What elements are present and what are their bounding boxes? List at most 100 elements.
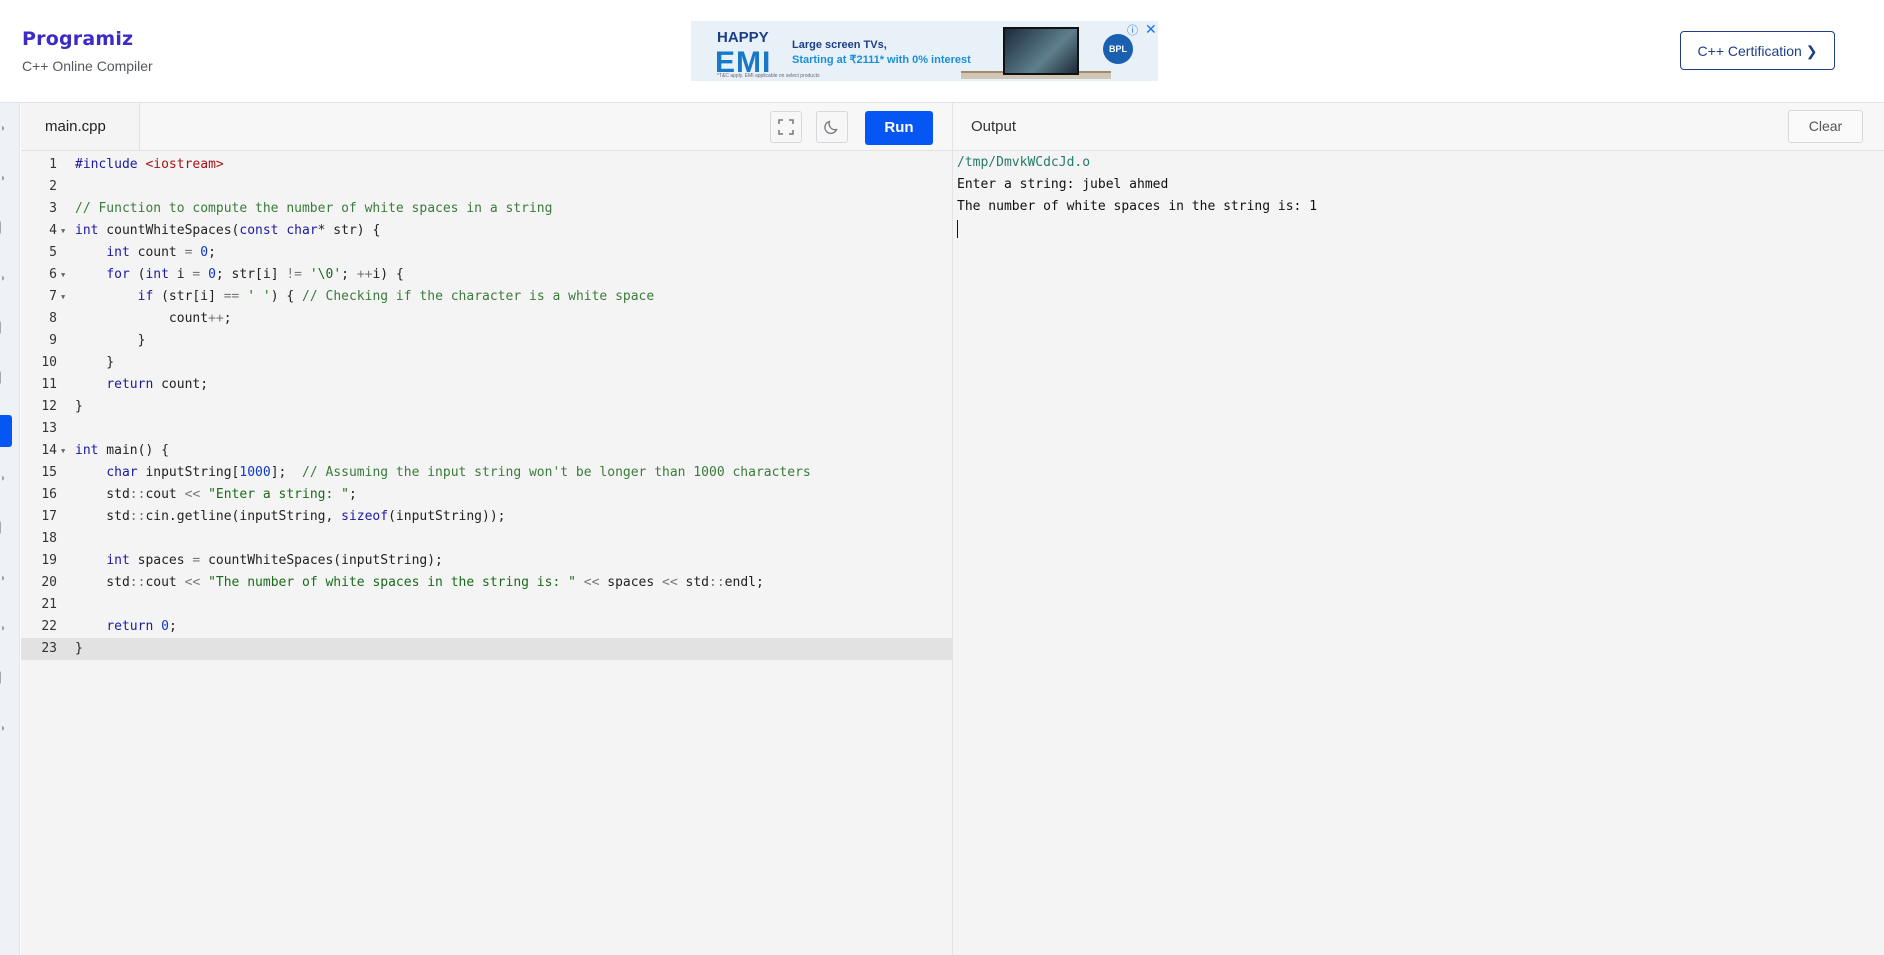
output-title: Output bbox=[971, 118, 1017, 135]
code-text: std::cin.getline(inputString, sizeof(inp… bbox=[75, 509, 506, 524]
output-console[interactable]: /tmp/DmvkWCdcJd.o Enter a string: jubel … bbox=[957, 152, 1317, 240]
rail-item-active[interactable] bbox=[0, 415, 12, 447]
rail-item-icon[interactable]: ▏ bbox=[0, 223, 12, 241]
line-number: 22 bbox=[41, 619, 57, 634]
code-text: int main() { bbox=[75, 443, 169, 458]
clear-button[interactable]: Clear bbox=[1788, 110, 1863, 143]
line-number: 4 bbox=[49, 223, 57, 238]
advertisement-banner[interactable]: HAPPY EMI Large screen TVs, Starting at … bbox=[691, 21, 1158, 81]
line-number: 16 bbox=[41, 487, 57, 502]
code-line[interactable]: 23} bbox=[21, 638, 952, 660]
code-line[interactable]: 13 bbox=[21, 418, 952, 440]
code-line[interactable]: 14 ▼ int main() { bbox=[21, 440, 952, 462]
code-text: int spaces = countWhiteSpaces(inputStrin… bbox=[106, 553, 443, 568]
fold-arrow-icon[interactable]: ▼ bbox=[61, 220, 65, 242]
output-line: Enter a string: jubel ahmed bbox=[957, 177, 1169, 192]
code-line[interactable]: 6 ▼ for (int i = 0; str[i] != '\0'; ++i) … bbox=[21, 264, 952, 286]
output-path: /tmp/DmvkWCdcJd.o bbox=[957, 155, 1091, 170]
code-line[interactable]: 5 int count = 0; bbox=[21, 242, 952, 264]
tab-main-cpp[interactable]: main.cpp bbox=[21, 103, 140, 150]
code-line[interactable]: 3 // Function to compute the number of wh… bbox=[21, 198, 952, 220]
page-subtitle: C++ Online Compiler bbox=[22, 58, 153, 74]
code-text: return 0; bbox=[106, 619, 177, 634]
ad-fineprint: *T&C apply. EMI applicable on select pro… bbox=[717, 73, 820, 79]
code-line[interactable]: 11 return count; bbox=[21, 374, 952, 396]
fullscreen-icon bbox=[778, 119, 794, 135]
code-line[interactable]: 18 bbox=[21, 528, 952, 550]
code-line[interactable]: 9 } bbox=[21, 330, 952, 352]
code-text: // Function to compute the number of whi… bbox=[75, 201, 553, 216]
cpp-certification-button[interactable]: C++ Certification ❯ bbox=[1680, 31, 1835, 70]
code-line[interactable]: 2 bbox=[21, 176, 952, 198]
code-line[interactable]: 10 } bbox=[21, 352, 952, 374]
editor-toolbar: main.cpp Run bbox=[21, 103, 952, 151]
left-sidebar-rail: ◗ ◗ ▏ ◗ ▏ ▏ ◗ ▏ ◗ ◗ ▏ ◗ bbox=[0, 103, 20, 955]
ad-happy-text: HAPPY bbox=[717, 29, 769, 46]
code-text: } bbox=[75, 355, 115, 370]
rail-item-icon[interactable]: ▏ bbox=[0, 373, 12, 391]
ad-offer: Starting at ₹2111* with 0% interest bbox=[792, 54, 971, 66]
line-number: 6 bbox=[49, 267, 57, 282]
line-number: 18 bbox=[41, 531, 57, 546]
programiz-logo[interactable]: Programiz bbox=[22, 28, 133, 50]
ad-brand-logo: BPL bbox=[1103, 34, 1133, 64]
code-line[interactable]: 8 count++; bbox=[21, 308, 952, 330]
line-number: 2 bbox=[49, 179, 57, 194]
code-line[interactable]: 7 ▼ if (str[i] == ' ') { // Checking if t… bbox=[21, 286, 952, 308]
code-line[interactable]: 21 bbox=[21, 594, 952, 616]
theme-toggle-button[interactable] bbox=[816, 111, 848, 143]
rail-item-icon[interactable]: ◗ bbox=[0, 473, 12, 491]
code-line[interactable]: 4 ▼ int countWhiteSpaces(const char* str) … bbox=[21, 220, 952, 242]
rail-item-icon[interactable]: ◗ bbox=[0, 723, 12, 741]
rail-item-icon[interactable]: ◗ bbox=[0, 623, 12, 641]
output-toolbar: Output Clear bbox=[953, 103, 1884, 151]
code-line[interactable]: 17 std::cin.getline(inputString, sizeof(… bbox=[21, 506, 952, 528]
line-number: 12 bbox=[41, 399, 57, 414]
fullscreen-button[interactable] bbox=[770, 111, 802, 143]
code-text: std::cout << "The number of white spaces… bbox=[75, 575, 764, 590]
code-text: int count = 0; bbox=[106, 245, 216, 260]
code-area[interactable]: 1 #include <iostream> 2 3// Function to com… bbox=[21, 150, 952, 955]
code-text: std::cout << "Enter a string: "; bbox=[75, 487, 357, 502]
line-number: 14 bbox=[41, 443, 57, 458]
code-line[interactable]: 1 #include <iostream> bbox=[21, 154, 952, 176]
line-number: 23 bbox=[41, 641, 57, 656]
fold-arrow-icon[interactable]: ▼ bbox=[61, 440, 65, 462]
close-icon[interactable]: ✕ bbox=[1145, 21, 1157, 38]
code-line[interactable]: 19 int spaces = countWhiteSpaces(inputSt… bbox=[21, 550, 952, 572]
code-text: } bbox=[75, 399, 83, 414]
line-number: 3 bbox=[49, 201, 57, 216]
moon-icon bbox=[824, 120, 838, 134]
top-header: Programiz C++ Online Compiler HAPPY EMI … bbox=[0, 0, 1884, 103]
line-number: 5 bbox=[49, 245, 57, 260]
line-number: 1 bbox=[49, 157, 57, 172]
fold-arrow-icon[interactable]: ▼ bbox=[61, 286, 65, 308]
code-line[interactable]: 12} bbox=[21, 396, 952, 418]
line-number: 8 bbox=[49, 311, 57, 326]
line-number: 19 bbox=[41, 553, 57, 568]
code-line[interactable]: 15 char inputString[1000]; // Assuming t… bbox=[21, 462, 952, 484]
rail-item-icon[interactable]: ◗ bbox=[0, 123, 12, 141]
code-text: } bbox=[75, 333, 146, 348]
rail-item-icon[interactable]: ◗ bbox=[0, 273, 12, 291]
run-button[interactable]: Run bbox=[865, 111, 933, 145]
line-number: 11 bbox=[41, 377, 57, 392]
info-icon[interactable]: ⓘ bbox=[1127, 22, 1138, 38]
line-number: 21 bbox=[41, 597, 57, 612]
text-cursor bbox=[957, 219, 958, 238]
code-line[interactable]: 22 return 0; bbox=[21, 616, 952, 638]
line-number: 15 bbox=[41, 465, 57, 480]
rail-item-icon[interactable]: ◗ bbox=[0, 173, 12, 191]
line-number: 20 bbox=[41, 575, 57, 590]
rail-item-icon[interactable]: ▏ bbox=[0, 323, 12, 341]
rail-item-icon[interactable]: ◗ bbox=[0, 573, 12, 591]
code-line[interactable]: 16 std::cout << "Enter a string: "; bbox=[21, 484, 952, 506]
rail-item-icon[interactable]: ▏ bbox=[0, 523, 12, 541]
rail-item-icon[interactable]: ▏ bbox=[0, 673, 12, 691]
ad-tv-image bbox=[1003, 27, 1079, 75]
code-line[interactable]: 20 std::cout << "The number of white spa… bbox=[21, 572, 952, 594]
code-text: if (str[i] == ' ') { // Checking if the … bbox=[137, 289, 655, 304]
fold-arrow-icon[interactable]: ▼ bbox=[61, 264, 65, 286]
ad-headline: Large screen TVs, bbox=[792, 39, 887, 51]
line-number: 10 bbox=[41, 355, 57, 370]
